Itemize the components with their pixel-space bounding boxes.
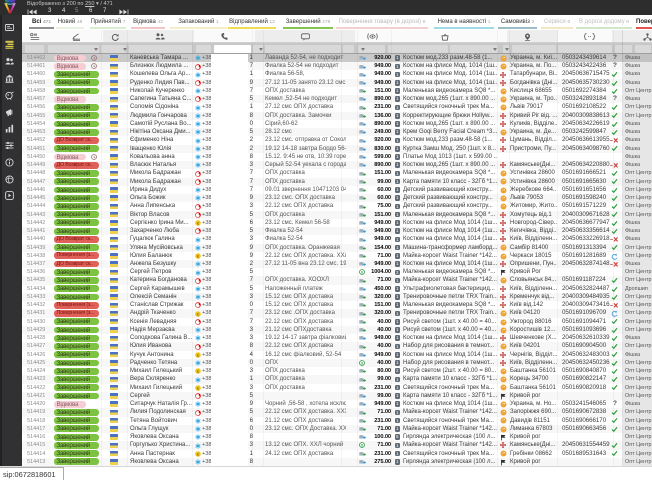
svg-text:lc: lc [197, 254, 200, 258]
svg-text:lc: lc [197, 221, 200, 225]
svg-text:lc: lc [197, 312, 200, 316]
svg-text:lc: lc [197, 452, 200, 456]
svg-text:lc: lc [197, 386, 200, 390]
svg-text:lc: lc [197, 370, 200, 374]
svg-text:lc: lc [197, 353, 200, 357]
